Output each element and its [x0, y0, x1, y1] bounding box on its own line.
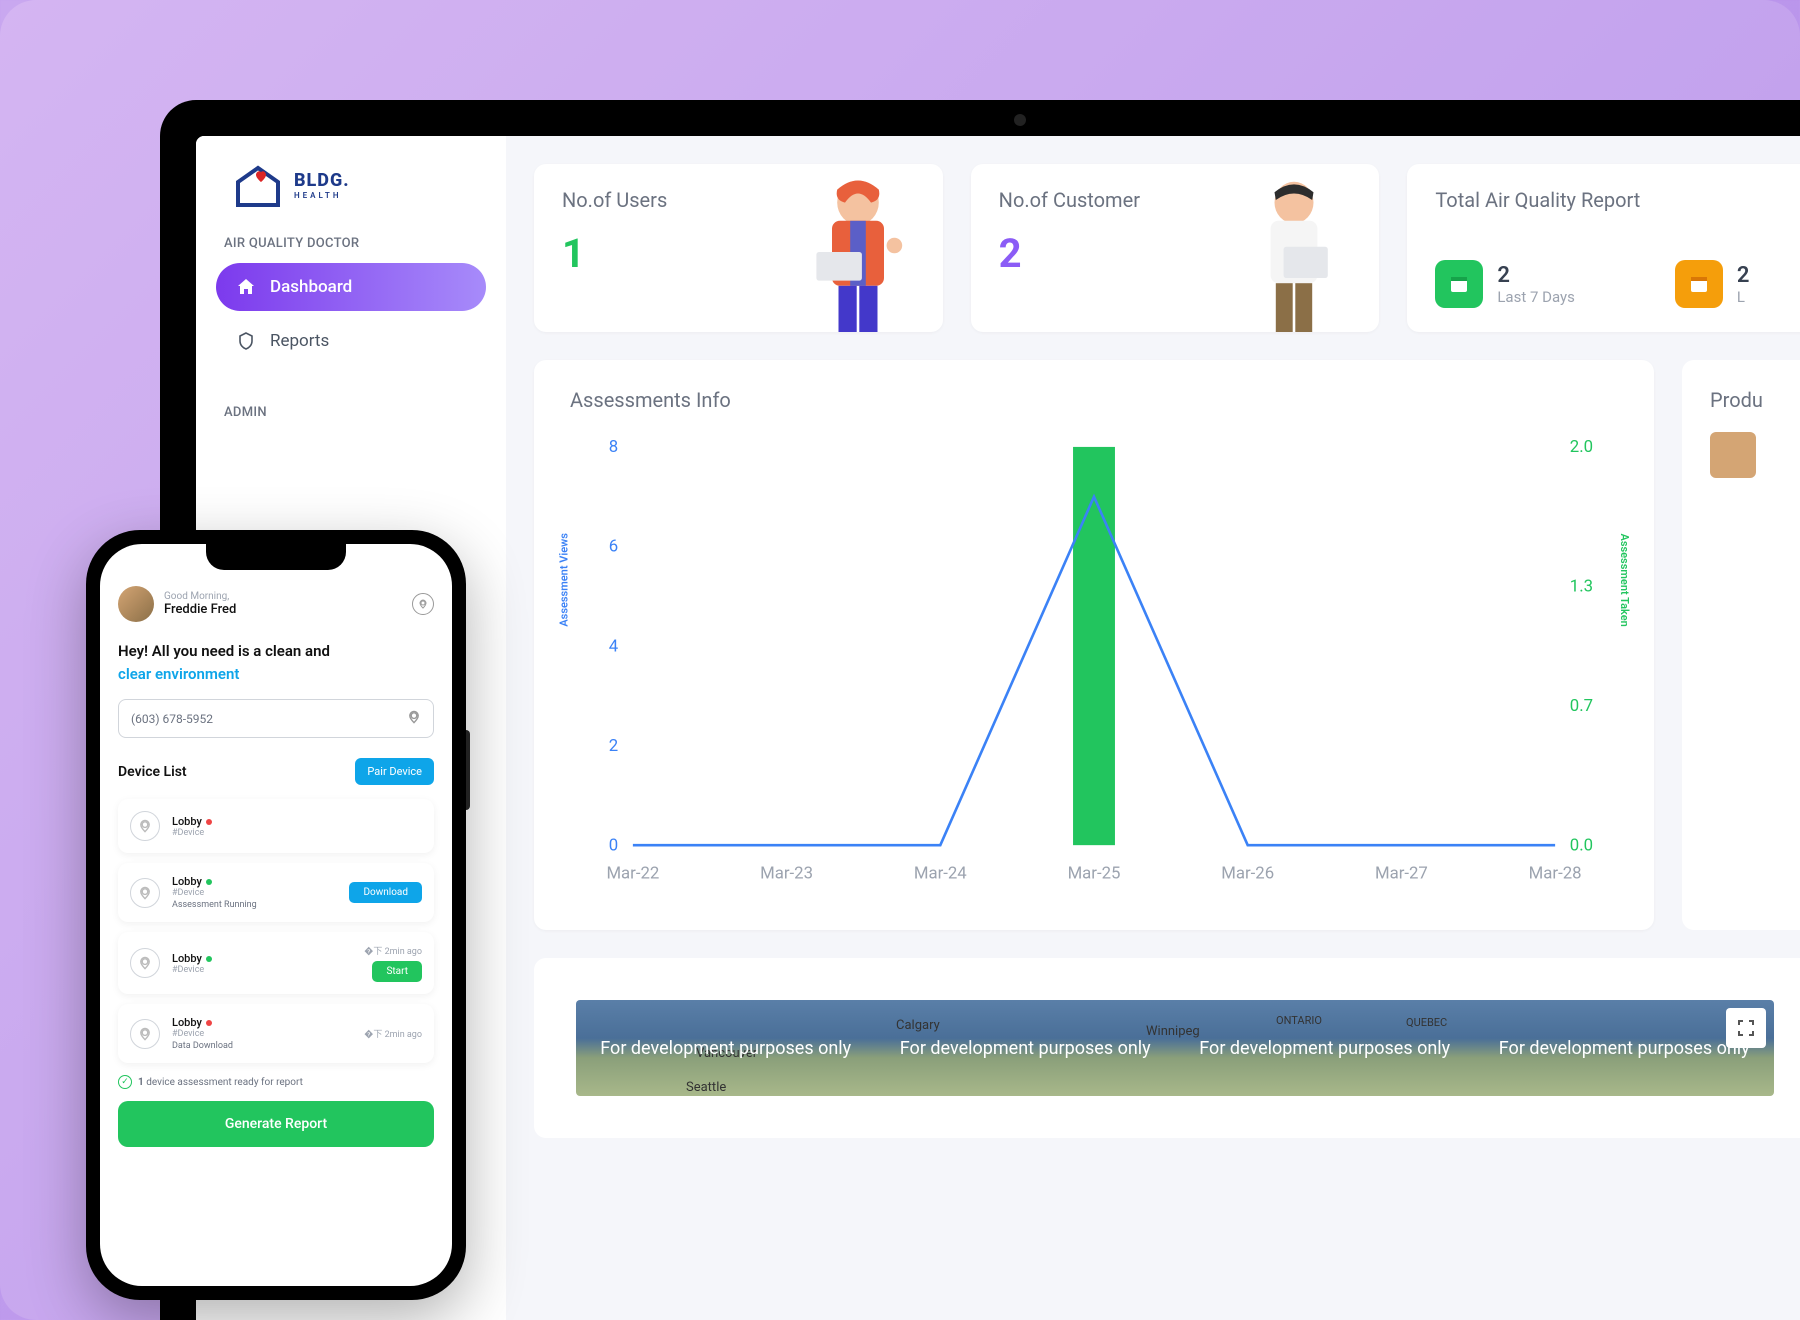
device-info: Lobby #Device Assessment Running: [172, 875, 337, 910]
device-info: Lobby #Device: [172, 815, 410, 838]
phone-input[interactable]: (603) 678-5952: [118, 699, 434, 738]
report-stat-2: 2 L: [1675, 260, 1750, 308]
mobile-header: Good Morning, Freddie Fred: [118, 586, 434, 622]
device-icon: [130, 811, 160, 841]
pair-device-button[interactable]: Pair Device: [355, 758, 434, 785]
device-actions: �下 2min ago: [364, 1027, 422, 1040]
stat-cards-row: No.of Users 1 No.of Customer 2 Total Air…: [534, 164, 1800, 332]
report-stat-7days: 2 Last 7 Days: [1435, 260, 1575, 308]
report-value: 2: [1737, 263, 1750, 288]
device-row[interactable]: Lobby #Device Assessment Running Downloa…: [118, 863, 434, 922]
svg-text:2: 2: [609, 736, 618, 756]
device-actions: �下 2min ago Start: [364, 944, 422, 982]
svg-text:8: 8: [609, 437, 618, 457]
chart-area: Assessment Views Assessment Taken 024680…: [570, 432, 1618, 902]
report-sub: Last 7 Days: [1497, 288, 1575, 306]
nav-label: Dashboard: [270, 277, 352, 297]
svg-text:1.3: 1.3: [1570, 577, 1593, 597]
device-time: �下 2min ago: [364, 1027, 422, 1040]
logo-subtext: HEALTH: [294, 191, 350, 200]
person-illustration: [1229, 174, 1359, 332]
generate-report-button[interactable]: Generate Report: [118, 1101, 434, 1147]
device-info: Lobby #Device: [172, 952, 352, 975]
device-icon: [130, 1019, 160, 1049]
svg-text:Mar-23: Mar-23: [760, 864, 813, 884]
device-list: Lobby #Device Lobby #Device Assessment R…: [118, 799, 434, 1063]
map-watermark: For development purposes onlyFor develop…: [576, 1000, 1774, 1096]
username: Freddie Fred: [164, 602, 236, 617]
main-content: No.of Users 1 No.of Customer 2 Total Air…: [506, 136, 1800, 1320]
mobile-screen: Good Morning, Freddie Fred Hey! All you …: [100, 544, 452, 1286]
phone-frame: Good Morning, Freddie Fred Hey! All you …: [86, 530, 466, 1300]
home-icon: [236, 277, 256, 297]
device-actions: Download: [349, 882, 422, 903]
svg-text:Mar-22: Mar-22: [606, 864, 659, 884]
card-air-quality-report: Total Air Quality Report 2 Last 7 Days: [1407, 164, 1800, 332]
device-icon: [130, 948, 160, 978]
location-icon: [407, 710, 421, 727]
fullscreen-icon[interactable]: [1726, 1008, 1766, 1048]
calendar-icon: [1435, 260, 1483, 308]
svg-text:Mar-25: Mar-25: [1068, 864, 1121, 884]
map[interactable]: Calgary Winnipeg Vancouver Seattle ONTAR…: [576, 1000, 1774, 1096]
device-row[interactable]: Lobby #Device �下 2min ago Start: [118, 932, 434, 994]
user-avatar[interactable]: [118, 586, 154, 622]
report-sub: L: [1737, 288, 1750, 306]
svg-text:0.7: 0.7: [1570, 696, 1593, 716]
device-icon: [130, 878, 160, 908]
assessments-chart-card: Assessments Info Assessment Views Assess…: [534, 360, 1654, 930]
device-action-button[interactable]: Start: [372, 961, 422, 982]
reports-icon: [236, 331, 256, 351]
card-users: No.of Users 1: [534, 164, 943, 332]
svg-text:Mar-24: Mar-24: [914, 864, 967, 884]
map-card: Calgary Winnipeg Vancouver Seattle ONTAR…: [534, 958, 1800, 1138]
svg-text:Mar-27: Mar-27: [1375, 864, 1428, 884]
chart-svg: 0 2 4 6 8 0.0 0.7 1.3 2.0 Mar-22 Mar-23 Mar-24 Mar-2…: [570, 432, 1618, 902]
y-axis-right-label: Assessment Taken: [1618, 533, 1631, 626]
y-axis-left-label: Assessment Views: [558, 533, 571, 627]
device-list-header: Device List Pair Device: [118, 758, 434, 785]
chart-row: Assessments Info Assessment Views Assess…: [534, 360, 1800, 930]
svg-text:Mar-26: Mar-26: [1221, 864, 1274, 884]
svg-text:0.0: 0.0: [1570, 835, 1593, 855]
device-row[interactable]: Lobby #Device Data Download �下 2min ago: [118, 1004, 434, 1063]
report-value: 2: [1497, 263, 1575, 288]
webcam-notch: [1014, 114, 1026, 126]
logo-text: BLDG.: [294, 170, 350, 191]
svg-text:0: 0: [609, 835, 618, 855]
phone-value: (603) 678-5952: [131, 712, 213, 726]
device-time: �下 2min ago: [364, 944, 422, 957]
device-info: Lobby #Device Data Download: [172, 1016, 352, 1051]
sidebar-section-air: AIR QUALITY DOCTOR: [224, 236, 478, 251]
hero-link[interactable]: clear environment: [118, 665, 239, 683]
device-action-button[interactable]: Download: [349, 882, 422, 903]
svg-text:2.0: 2.0: [1570, 437, 1593, 457]
device-row[interactable]: Lobby #Device: [118, 799, 434, 853]
phone-notch: [206, 544, 346, 570]
products-title: Produ: [1710, 388, 1788, 412]
sidebar-item-dashboard[interactable]: Dashboard: [216, 263, 486, 311]
calendar-icon: [1675, 260, 1723, 308]
svg-text:Mar-28: Mar-28: [1529, 864, 1582, 884]
nav-label: Reports: [270, 331, 329, 351]
sidebar-section-admin: ADMIN: [224, 405, 478, 420]
hero-text: Hey! All you need is a clean and clear e…: [118, 640, 434, 685]
card-title: Total Air Quality Report: [1435, 188, 1788, 212]
product-avatar: [1710, 432, 1756, 478]
greeting: Good Morning,: [164, 591, 236, 602]
chart-title: Assessments Info: [570, 388, 1618, 412]
device-list-title: Device List: [118, 764, 187, 780]
person-illustration: [793, 174, 923, 332]
logo-icon: [228, 160, 288, 210]
location-icon[interactable]: [412, 593, 434, 615]
svg-text:4: 4: [609, 636, 619, 656]
card-customers: No.of Customer 2: [971, 164, 1380, 332]
sidebar-item-reports[interactable]: Reports: [216, 317, 486, 365]
svg-text:6: 6: [609, 537, 618, 557]
logo: BLDG. HEALTH: [228, 160, 486, 210]
check-icon: [118, 1075, 132, 1089]
products-card: Produ: [1682, 360, 1800, 930]
ready-message: 1 device assessment ready for report: [118, 1075, 434, 1089]
